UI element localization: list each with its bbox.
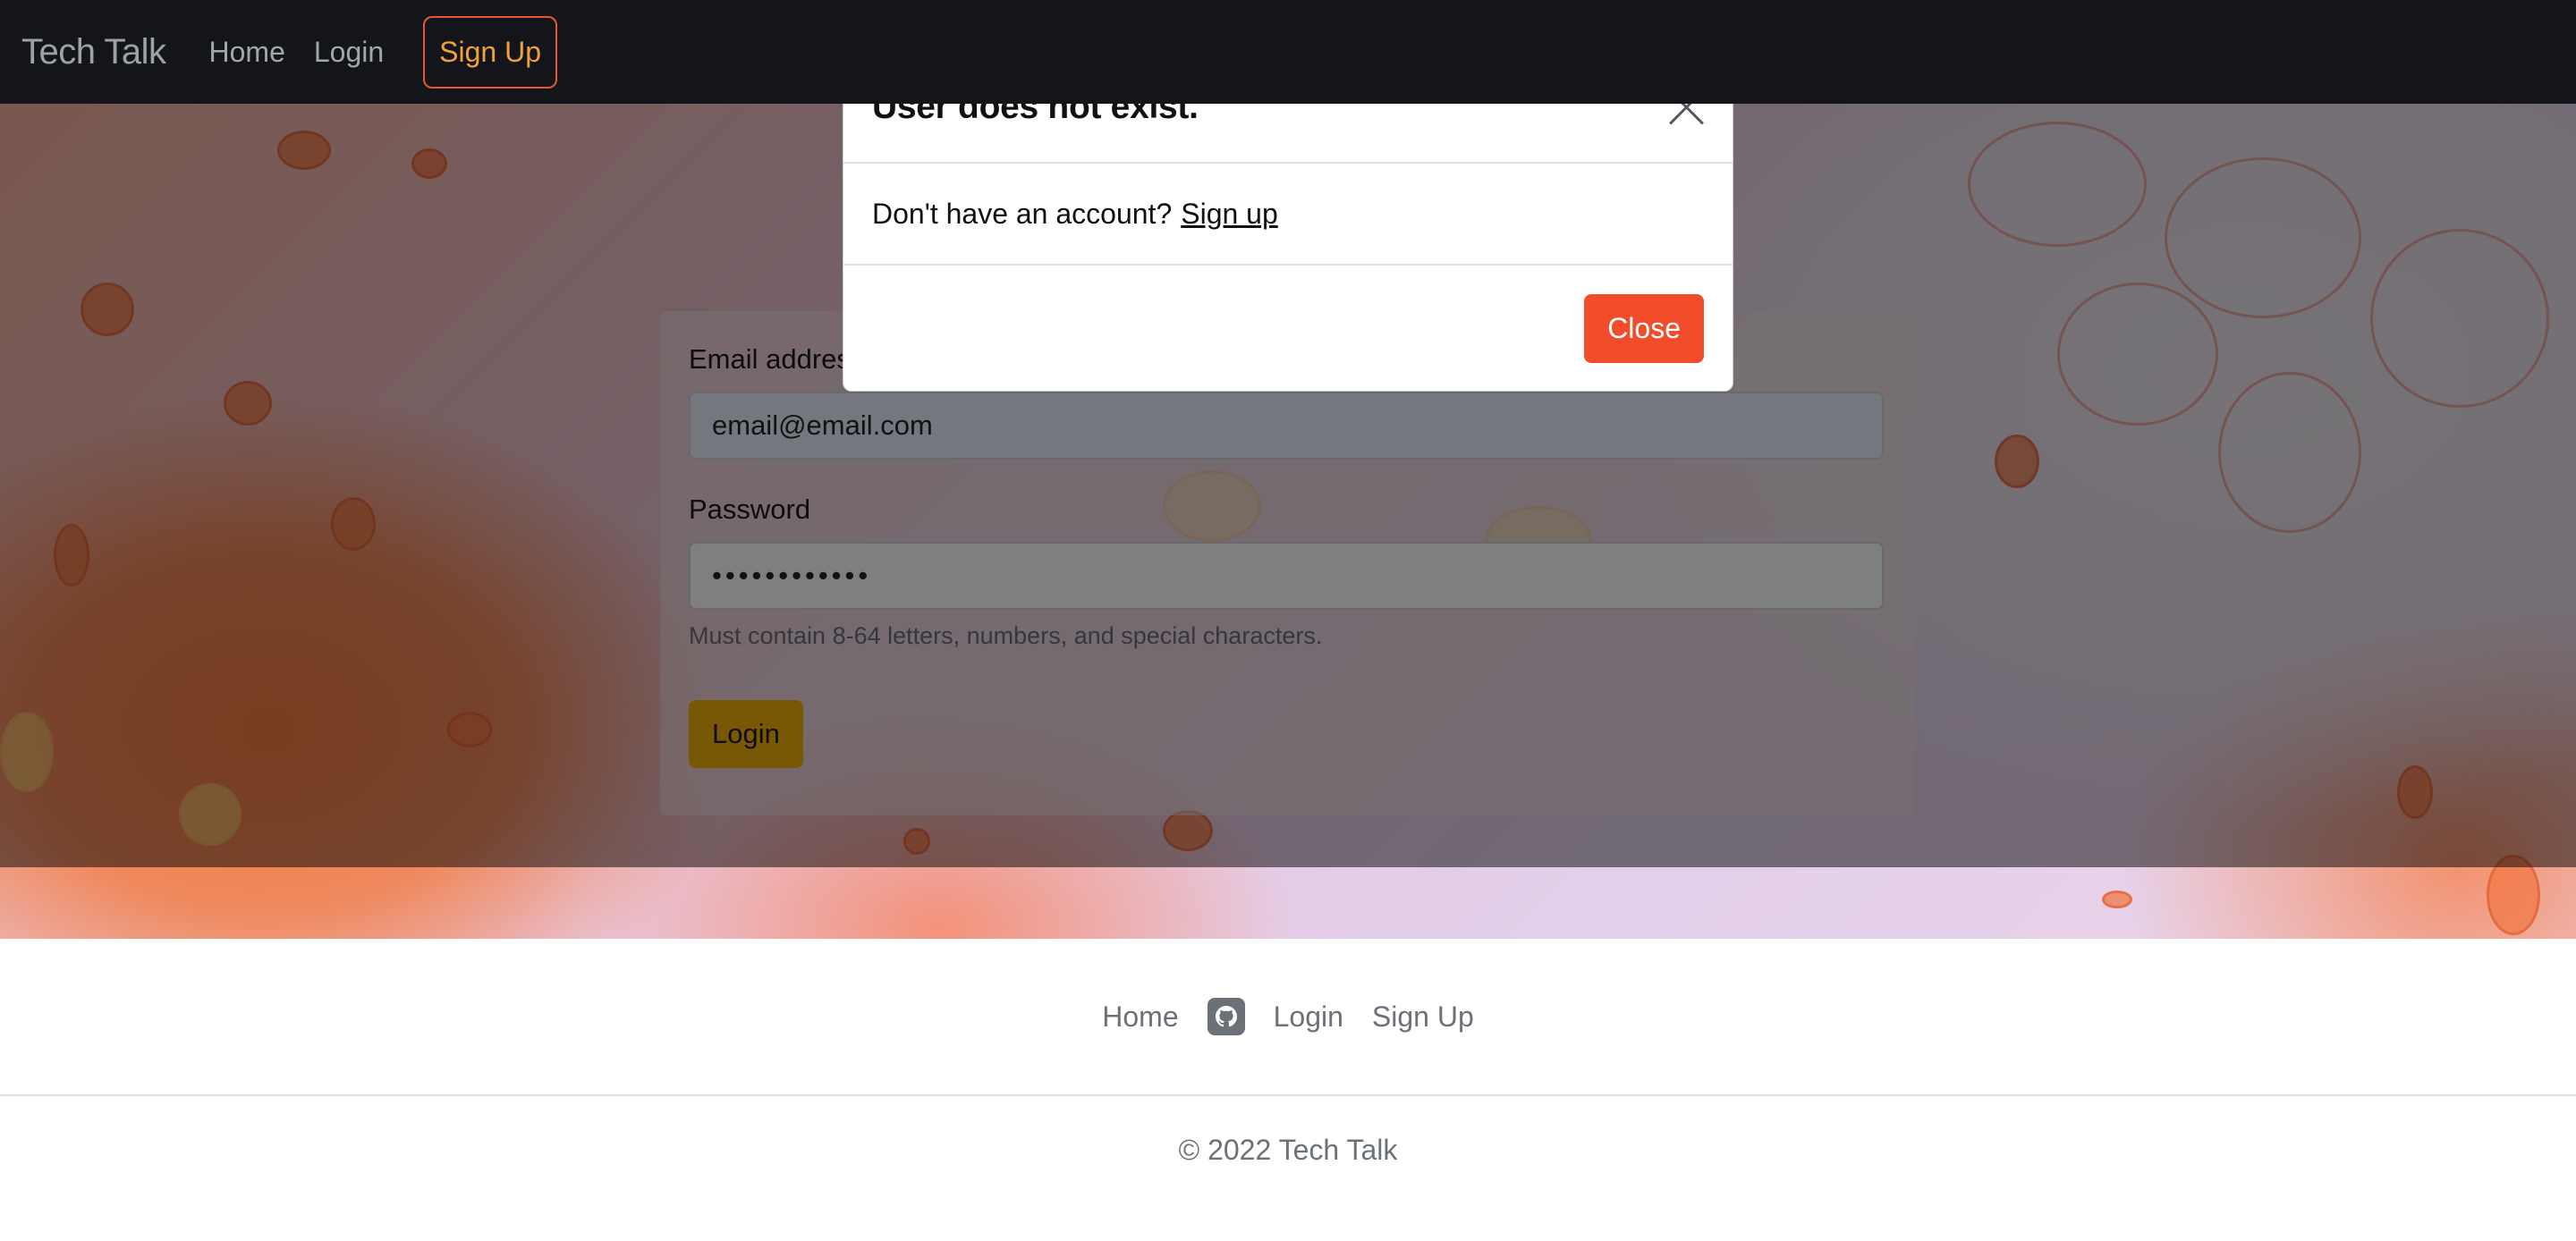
modal-body: Don't have an account? Sign up bbox=[843, 164, 1733, 266]
footer-login-link[interactable]: Login bbox=[1274, 1000, 1343, 1034]
footer-nav: Home Login Sign Up bbox=[0, 939, 2576, 1096]
nav-home-link[interactable]: Home bbox=[209, 36, 285, 69]
github-icon[interactable] bbox=[1207, 998, 1245, 1035]
nav-login-link[interactable]: Login bbox=[314, 36, 384, 69]
modal-footer: Close bbox=[843, 266, 1733, 391]
brand-logo[interactable]: Tech Talk bbox=[21, 32, 166, 72]
bg-bubble bbox=[2102, 891, 2132, 908]
modal-close-button[interactable]: Close bbox=[1584, 293, 1704, 363]
modal-body-text: Don't have an account? bbox=[872, 197, 1173, 230]
nav-signup-button[interactable]: Sign Up bbox=[423, 15, 558, 89]
copyright-text: © 2022 Tech Talk bbox=[1178, 1133, 1398, 1166]
top-navbar: Tech Talk Home Login Sign Up bbox=[0, 0, 2576, 104]
footer-signup-link[interactable]: Sign Up bbox=[1372, 1000, 1474, 1034]
footer-home-link[interactable]: Home bbox=[1102, 1000, 1178, 1034]
modal-signup-link[interactable]: Sign up bbox=[1181, 198, 1278, 231]
